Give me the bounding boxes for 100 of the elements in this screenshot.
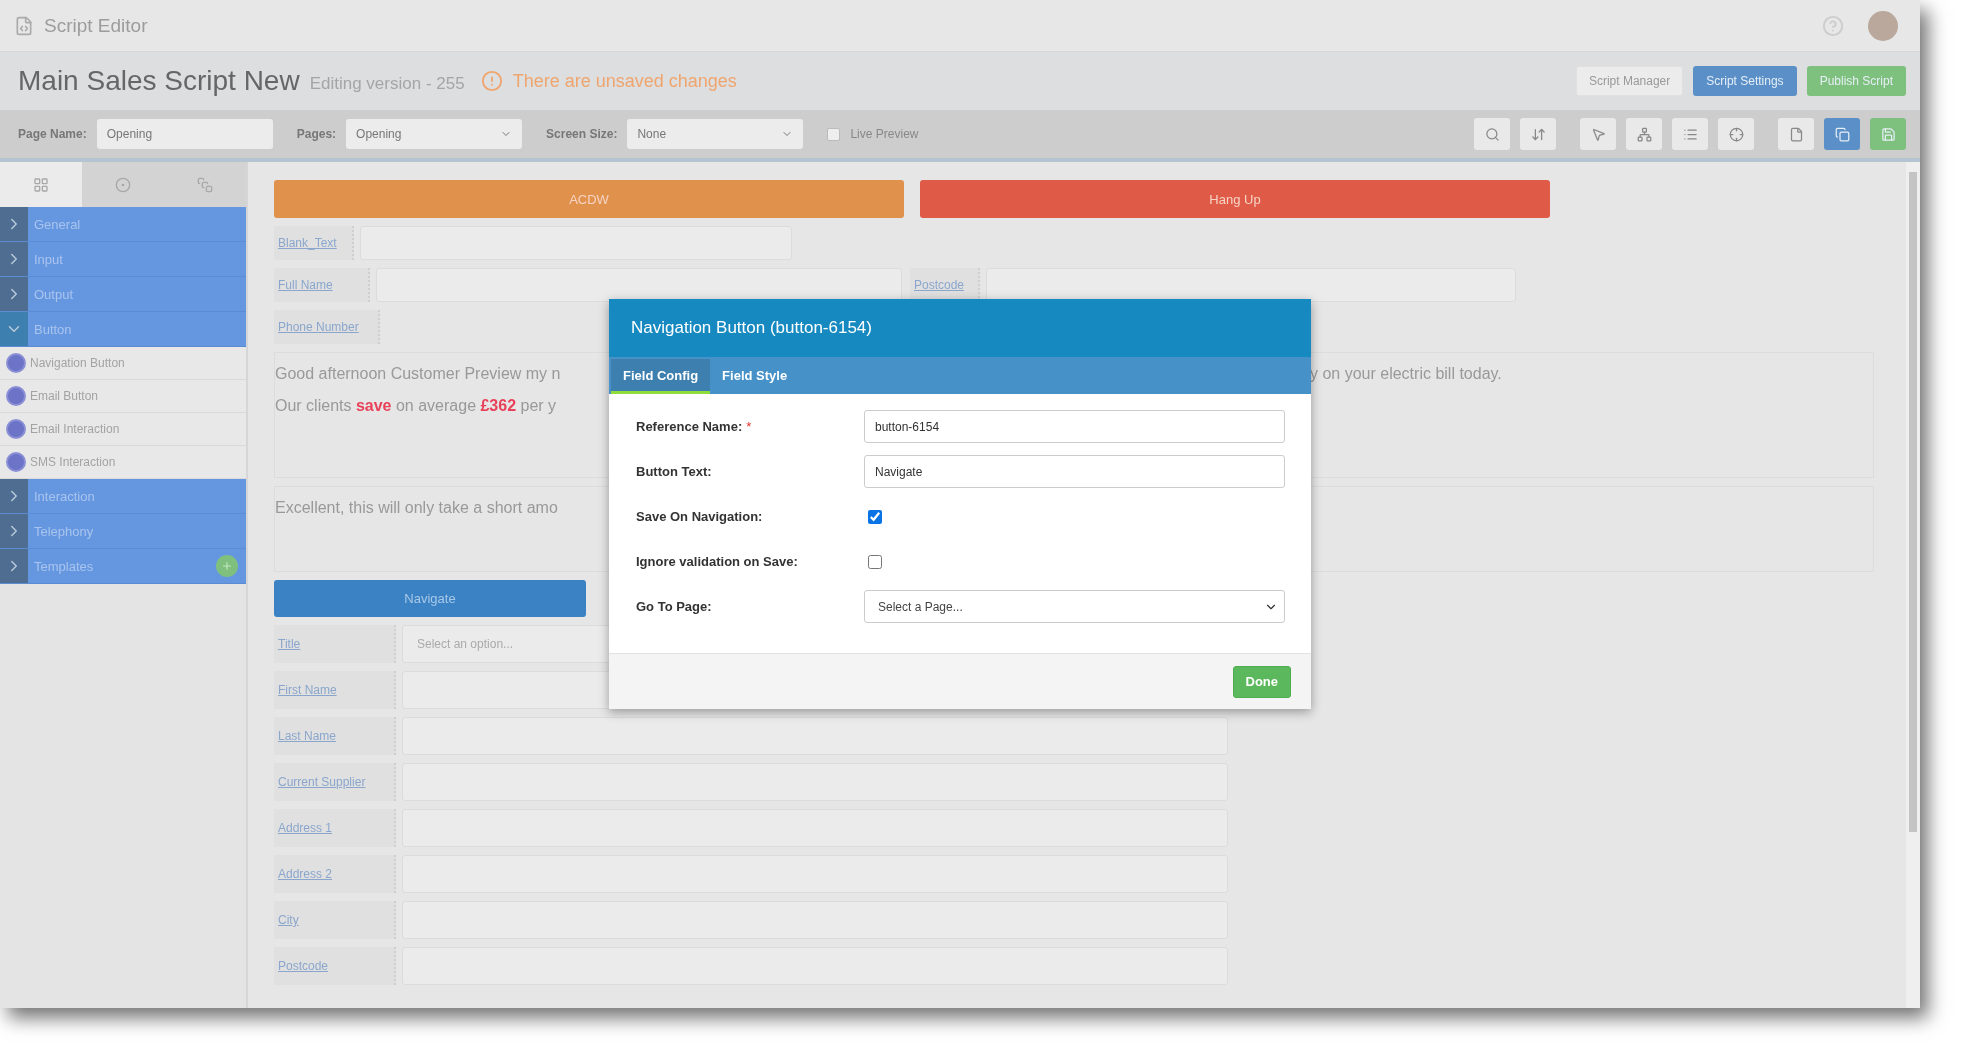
pointer-icon: [1590, 126, 1606, 142]
save-icon: [1880, 126, 1896, 142]
category-label: Input: [34, 251, 64, 267]
file-icon: [1788, 126, 1804, 142]
user-avatar[interactable]: [1868, 10, 1898, 41]
dialog-title: Navigation Button (button-6154): [609, 299, 1311, 357]
field-label[interactable]: City: [274, 901, 396, 939]
toolbar-button[interactable]: [1824, 118, 1860, 150]
category-label: General: [34, 216, 82, 232]
field-label: Page Name:: [18, 127, 87, 141]
required-mark: *: [746, 419, 752, 434]
text-field[interactable]: Navigate: [864, 455, 1285, 488]
toolbar-button[interactable]: [1778, 118, 1814, 150]
page-select[interactable]: Select a Page...: [864, 590, 1285, 623]
component-icon: [6, 386, 26, 406]
component-label: Email Interaction: [30, 422, 120, 436]
component-item[interactable]: Email Button: [0, 380, 246, 413]
toolbar-button[interactable]: [1520, 118, 1556, 150]
component-icon: [6, 353, 26, 373]
version-label: Editing version - 255: [309, 74, 465, 94]
field-label[interactable]: Last Name: [274, 717, 396, 755]
component-icon: [6, 419, 26, 439]
header-button[interactable]: Publish Script: [1806, 66, 1906, 96]
dialog-tab[interactable]: Field Style: [710, 359, 800, 394]
circle-dot-icon: [115, 176, 131, 193]
header-button[interactable]: Script Settings: [1693, 66, 1797, 96]
component-item[interactable]: SMS Interaction: [0, 446, 246, 479]
category-label: Interaction: [34, 488, 96, 504]
sort-icon: [1530, 126, 1546, 142]
crosshair-icon: [1728, 126, 1744, 142]
field-label[interactable]: Address 2: [274, 855, 396, 893]
dialog-tab[interactable]: Field Config: [611, 359, 711, 394]
checkbox[interactable]: [868, 554, 882, 569]
text-field[interactable]: button-6154: [864, 410, 1285, 443]
script-title: Main Sales Script New: [18, 65, 300, 97]
checkbox[interactable]: [868, 509, 882, 524]
action-button[interactable]: ACDW: [274, 180, 904, 218]
help-icon[interactable]: [1822, 14, 1844, 37]
sitemap-icon: [1636, 126, 1652, 142]
category-label: Telephony: [34, 523, 95, 539]
field-label[interactable]: Postcode: [910, 268, 980, 302]
field-label[interactable]: First Name: [274, 671, 396, 709]
category-label: Output: [34, 286, 75, 302]
category-label: Templates: [34, 558, 95, 574]
warning-icon: [480, 70, 503, 92]
field-label[interactable]: Address 1: [274, 809, 396, 847]
search-icon: [1484, 126, 1500, 142]
component-label: SMS Interaction: [30, 455, 116, 469]
script-text: y on your electric bill today.: [1310, 365, 1502, 383]
page-name-field[interactable]: Opening: [96, 119, 273, 149]
field-label[interactable]: Title: [274, 625, 396, 663]
navigate-button[interactable]: Navigate: [274, 580, 586, 617]
plus-icon[interactable]: [216, 555, 238, 577]
category-label: Button: [34, 321, 73, 337]
component-label: Navigation Button: [30, 356, 125, 370]
field-label[interactable]: Current Supplier: [274, 763, 396, 801]
field-label[interactable]: Full Name: [274, 268, 370, 302]
sidebar-tab[interactable]: [0, 162, 82, 207]
text-field[interactable]: [402, 717, 1228, 755]
form-label: Button Text:: [635, 464, 712, 479]
script-text: Good afternoon Customer Preview my n: [275, 365, 561, 382]
toolbar-button[interactable]: [1474, 118, 1510, 150]
header-button[interactable]: Script Manager: [1575, 66, 1684, 96]
pages-select[interactable]: Opening: [346, 119, 523, 149]
field-label: Screen Size:: [546, 127, 618, 141]
scrollbar-thumb[interactable]: [1909, 172, 1917, 832]
category-item[interactable]: Templates: [0, 549, 246, 584]
component-item[interactable]: Email Interaction: [0, 413, 246, 446]
category-item[interactable]: Input: [0, 242, 246, 277]
toolbar-button[interactable]: [1870, 118, 1906, 150]
category-item[interactable]: Output: [0, 277, 246, 312]
field-label[interactable]: Postcode: [274, 947, 396, 985]
field-label[interactable]: Blank_Text: [274, 226, 354, 260]
toolbar-button[interactable]: [1672, 118, 1708, 150]
category-item[interactable]: General: [0, 207, 246, 242]
layers-icon: [197, 176, 213, 193]
live-preview-label: Live Preview: [850, 127, 919, 141]
category-item[interactable]: Telephony: [0, 514, 246, 549]
done-button[interactable]: Done: [1232, 665, 1291, 698]
component-label: Email Button: [30, 389, 99, 403]
copy-icon: [1834, 126, 1850, 142]
category-item[interactable]: Interaction: [0, 479, 246, 514]
live-preview-checkbox[interactable]: [827, 127, 841, 141]
script-text: Excellent, this will only take a short amo: [275, 499, 558, 517]
grid-icon: [33, 176, 49, 193]
field-label[interactable]: Phone Number: [274, 310, 380, 344]
script-icon: [14, 15, 34, 36]
form-label: Save On Navigation:: [635, 509, 763, 524]
field-label: Pages:: [296, 127, 337, 141]
toolbar-button[interactable]: [1626, 118, 1662, 150]
screen-size-select[interactable]: None: [627, 119, 804, 149]
form-label: Ignore validation on Save:: [635, 554, 798, 569]
list-icon: [1682, 126, 1698, 142]
category-item[interactable]: Button: [0, 312, 246, 347]
action-button[interactable]: Hang Up: [920, 180, 1550, 218]
toolbar-button[interactable]: [1718, 118, 1754, 150]
component-item[interactable]: Navigation Button: [0, 347, 246, 380]
text-field[interactable]: [376, 268, 902, 302]
text-field[interactable]: [986, 268, 1516, 302]
toolbar-button[interactable]: [1580, 118, 1616, 150]
